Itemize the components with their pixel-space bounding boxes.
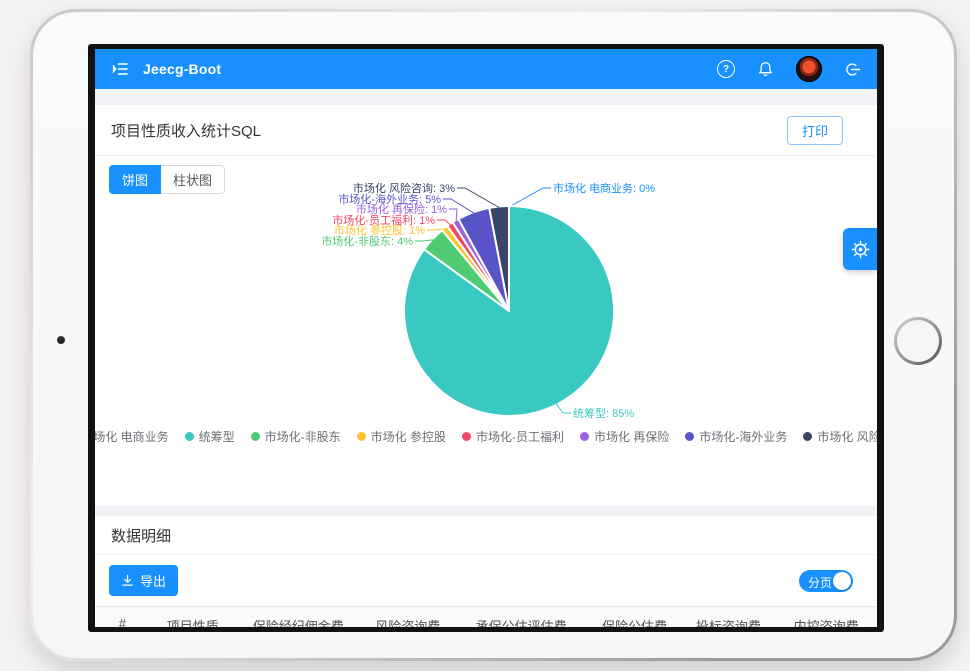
pagination-toggle-knob (833, 572, 851, 590)
legend-dot (357, 432, 366, 441)
legend-dot (580, 432, 589, 441)
section-title: 数据明细 (111, 525, 171, 546)
question-circle-icon[interactable]: ? (717, 60, 735, 78)
legend-label: 统筹型 (199, 428, 235, 445)
data-detail-header: 数据明细 (95, 516, 877, 555)
pie-label-line (556, 404, 571, 413)
pie-label-line (443, 199, 474, 213)
pie-label: 统筹型: 85% (573, 406, 634, 420)
screen: Jeecg-Boot ? (88, 44, 884, 632)
chart-card: 项目性质收入统计SQL 打印 饼图 柱状图 市场化 电商业务: 0%统筹型: 8… (95, 105, 877, 506)
legend-label: 市场化 参控股 (371, 428, 446, 445)
legend-item[interactable]: 市场化 参控股 (357, 428, 446, 445)
chart-card-header: 项目性质收入统计SQL 打印 (95, 105, 877, 156)
legend-label: 市场化 再保险 (594, 428, 669, 445)
legend-label: 市场化 电商业务 (95, 428, 169, 445)
menu-unfold-icon[interactable] (111, 60, 129, 78)
pie-label-line (509, 188, 551, 207)
legend-label: 市场化-非股东 (265, 428, 341, 445)
column-header: 内控咨询费 (775, 616, 877, 627)
legend-dot (685, 432, 694, 441)
pie-label-line (457, 188, 499, 208)
export-button[interactable]: 导出 (109, 565, 178, 596)
legend-item[interactable]: 市场化 电商业务 (95, 428, 169, 445)
column-header: 保险公估费 (588, 616, 682, 627)
table-header-row: # 项目性质 保险经纪佣金费 风险咨询费 承保公估评估费 保险公估费 投标咨询费… (95, 606, 877, 627)
home-button (894, 317, 942, 365)
legend-label: 市场化-海外业务 (699, 428, 787, 445)
pagination-toggle[interactable]: 分页 (799, 570, 853, 592)
legend-item[interactable]: 市场化-员工福利 (462, 428, 564, 445)
page-title: 项目性质收入统计SQL (111, 120, 261, 141)
column-header: 项目性质 (150, 616, 236, 627)
chart-area: 饼图 柱状图 市场化 电商业务: 0%统筹型: 85%市场化-非股东: 4%市场… (95, 156, 877, 506)
legend-label: 市场化 风险咨询 (817, 428, 877, 445)
app-title: Jeecg-Boot (143, 61, 221, 77)
pie-label-line (449, 209, 457, 222)
pie-label: 市场化 电商业务: 0% (553, 181, 655, 195)
legend-label: 市场化-员工福利 (476, 428, 564, 445)
legend-item[interactable]: 市场化-非股东 (251, 428, 341, 445)
logout-icon[interactable] (844, 61, 861, 78)
chart-legend: 市场化 电商业务 统筹型 市场化-非股东 市场化 参控股 市场化-员工福利 市场化 再保险… (95, 428, 877, 445)
legend-dot (251, 432, 260, 441)
browser-viewport: Jeecg-Boot ? (95, 49, 877, 627)
legend-item[interactable]: 市场化-海外业务 (685, 428, 787, 445)
legend-dot (803, 432, 812, 441)
app-header: Jeecg-Boot ? (95, 49, 877, 89)
column-header: 投标咨询费 (681, 616, 775, 627)
front-camera (57, 336, 65, 344)
column-header: 保险经纪佣金费 (236, 616, 361, 627)
column-header: # (95, 616, 150, 627)
download-icon (121, 574, 134, 587)
pagination-toggle-label: 分页 (808, 574, 832, 591)
gear-icon (851, 240, 870, 259)
legend-item[interactable]: 市场化 再保险 (580, 428, 669, 445)
user-avatar[interactable] (796, 56, 822, 82)
data-detail-card: 数据明细 导出 分页 (95, 516, 877, 627)
legend-item[interactable]: 统筹型 (185, 428, 235, 445)
column-header: 风险咨询费 (361, 616, 455, 627)
detail-toolbar: 导出 分页 (95, 555, 877, 606)
pie-chart: 市场化 电商业务: 0%统筹型: 85%市场化-非股东: 4%市场化 参控股: … (95, 176, 877, 426)
legend-item[interactable]: 市场化 风险咨询 (803, 428, 877, 445)
pie-label: 市场化 风险咨询: 3% (353, 181, 455, 195)
column-header: 承保公估评估费 (455, 616, 588, 627)
settings-fab[interactable] (843, 228, 877, 270)
legend-dot (185, 432, 194, 441)
bell-icon[interactable] (757, 61, 774, 78)
legend-dot (462, 432, 471, 441)
print-button[interactable]: 打印 (787, 116, 843, 145)
